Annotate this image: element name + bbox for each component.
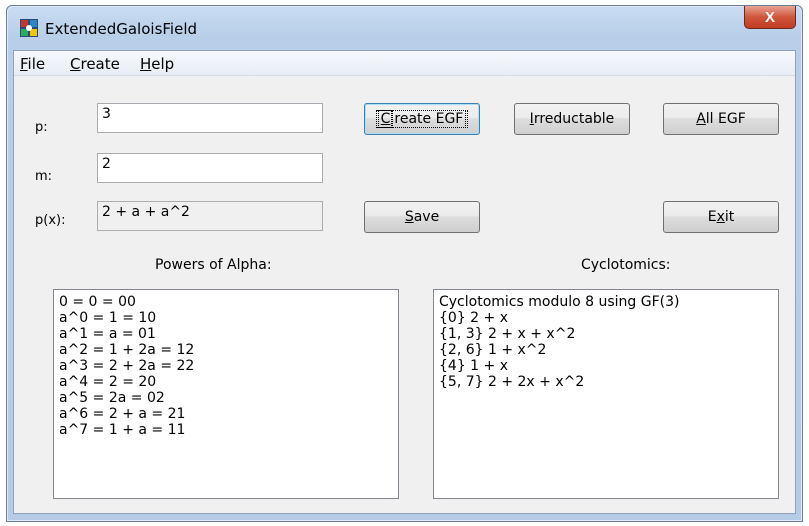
px-label: p(x): bbox=[35, 213, 66, 228]
menu-file[interactable]: File bbox=[20, 55, 45, 73]
m-input[interactable]: 2 bbox=[97, 153, 323, 183]
list-item: 0 = 0 = 00 bbox=[59, 294, 136, 310]
close-icon: X bbox=[764, 8, 775, 26]
list-item: {2, 6} 1 + x^2 bbox=[439, 342, 547, 358]
list-item: a^4 = 2 = 20 bbox=[59, 374, 157, 390]
list-item: a^3 = 2 + 2a = 22 bbox=[59, 358, 195, 374]
list-item: {5, 7} 2 + 2x + x^2 bbox=[439, 374, 585, 390]
list-item: a^0 = 1 = 10 bbox=[59, 310, 157, 326]
list-item: {1, 3} 2 + x + x^2 bbox=[439, 326, 576, 342]
irreductable-button[interactable]: Irreductable bbox=[514, 103, 630, 135]
m-label: m: bbox=[35, 169, 53, 184]
list-item: a^7 = 1 + a = 11 bbox=[59, 422, 186, 438]
window-title: ExtendedGaloisField bbox=[45, 20, 198, 38]
px-field: 2 + a + a^2 bbox=[97, 201, 323, 231]
list-item: {0} 2 + x bbox=[439, 310, 508, 326]
menu-create[interactable]: Create bbox=[70, 55, 120, 73]
cyclotomics-header: Cyclotomics: bbox=[581, 257, 671, 273]
menu-help[interactable]: Help bbox=[140, 55, 174, 73]
list-item: a^6 = 2 + a = 21 bbox=[59, 406, 186, 422]
menu-bar: File Create Help bbox=[14, 51, 795, 76]
p-label: p: bbox=[35, 120, 48, 135]
client-area: File Create Help p: 3 m: 2 p(x): 2 + a +… bbox=[13, 50, 796, 514]
list-item: a^5 = 2a = 02 bbox=[59, 390, 165, 406]
app-icon bbox=[20, 19, 38, 37]
powers-header: Powers of Alpha: bbox=[155, 257, 272, 273]
list-item: {4} 1 + x bbox=[439, 358, 508, 374]
app-window: ExtendedGaloisField X File Create Help p… bbox=[6, 5, 803, 522]
list-item: Cyclotomics modulo 8 using GF(3) bbox=[439, 294, 680, 310]
close-button[interactable]: X bbox=[744, 6, 796, 29]
p-input[interactable]: 3 bbox=[97, 103, 323, 133]
create-egf-button[interactable]: Create EGF bbox=[364, 103, 480, 135]
list-item: a^2 = 1 + 2a = 12 bbox=[59, 342, 195, 358]
exit-button[interactable]: Exit bbox=[663, 201, 779, 233]
title-bar[interactable]: ExtendedGaloisField X bbox=[7, 6, 802, 48]
list-item: a^1 = a = 01 bbox=[59, 326, 156, 342]
powers-list[interactable]: 0 = 0 = 00 a^0 = 1 = 10 a^1 = a = 01 a^2… bbox=[53, 289, 399, 499]
save-button[interactable]: Save bbox=[364, 201, 480, 233]
all-egf-button[interactable]: All EGF bbox=[663, 103, 779, 135]
cyclotomics-list[interactable]: Cyclotomics modulo 8 using GF(3) {0} 2 +… bbox=[433, 289, 779, 499]
